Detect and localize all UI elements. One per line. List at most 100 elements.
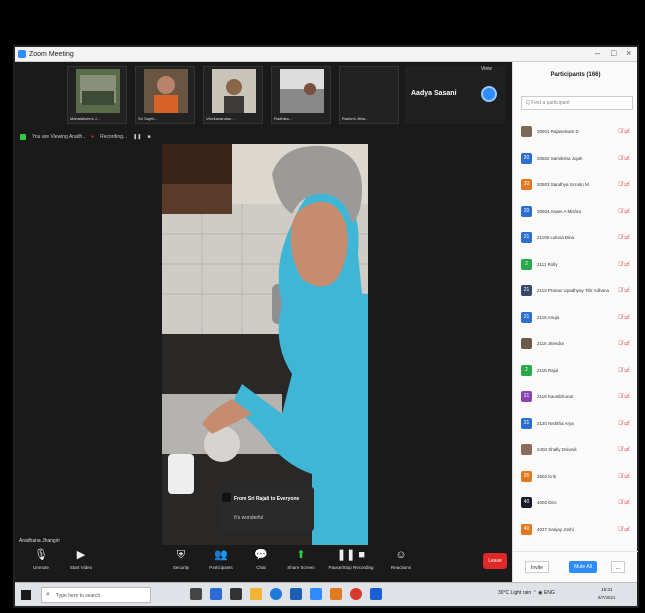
- participant-row[interactable]: 40 4002 Diro 🎙̸ ▭̸: [521, 493, 636, 520]
- reactions-button[interactable]: ☺ Reactions: [381, 549, 421, 570]
- participant-thumbnail[interactable]: Mahalakshmi J...: [67, 66, 127, 124]
- chat-button[interactable]: 💬 Chat: [241, 549, 281, 570]
- muted-mic-and-video-icon: 🎙̸ ▭̸: [618, 473, 630, 480]
- thumbnail-name: Sri Sapth...: [138, 116, 158, 121]
- recording-label: Recording...: [100, 133, 128, 140]
- participant-row[interactable]: 21 21106 Lulusa Bina 🎙̸ ▭̸: [521, 228, 636, 255]
- pause-icon[interactable]: ❚❚: [133, 134, 141, 140]
- participant-row[interactable]: 21 2113 Pranav Upadhyay Tibr Adhanan 🎙̸ ▭̸: [521, 281, 636, 308]
- leave-button[interactable]: Leave: [483, 553, 507, 569]
- participant-thumbnail[interactable]: Radhika...: [271, 66, 331, 124]
- participant-name: 2113 Pranav Upadhyay Tibr Adhanan: [537, 288, 609, 293]
- participant-row[interactable]: 2403 Shally Dvivedi 🎙̸ ▭̸: [521, 440, 636, 467]
- recording-button[interactable]: ❚❚ ■ Pause/Stop Recording: [325, 549, 377, 570]
- more-button[interactable]: ...: [611, 561, 625, 573]
- task-view-icon[interactable]: [190, 588, 202, 600]
- start-video-button[interactable]: ▶ Start Video: [61, 549, 101, 570]
- view-button[interactable]: View: [481, 66, 492, 72]
- chat-notification-popup[interactable]: From Sri Rajali to Everyone It's wonderf…: [218, 487, 314, 531]
- taskbar-search-input[interactable]: ⌕ Type here to search: [41, 587, 151, 603]
- participant-row[interactable]: 40 4027 Sanjay Joshi 🎙̸ ▭̸: [521, 520, 636, 547]
- word-icon[interactable]: [370, 588, 382, 600]
- participant-avatar: 21: [521, 232, 532, 243]
- participant-row[interactable]: 20501 Rajaselvam D 🎙̸ ▭̸: [521, 122, 636, 149]
- participants-panel: Participants (166) Q Find a participant …: [512, 62, 638, 582]
- unmute-button[interactable]: 🎙 Unmute: [21, 549, 61, 570]
- participant-photo: [76, 69, 120, 113]
- thumbnail-name: Radhika...: [274, 116, 293, 121]
- close-icon[interactable]: ×: [626, 48, 631, 58]
- participant-name: 2115 Anuja: [537, 314, 560, 320]
- participant-avatar: 25: [521, 470, 532, 482]
- participant-row[interactable]: 21 2119 Kaustbhunar 🎙̸ ▭̸: [521, 387, 636, 414]
- window-title: Zoom Meeting: [29, 51, 74, 58]
- participant-row[interactable]: 2 2111 Rolly 🎙̸ ▭̸: [521, 255, 636, 282]
- participant-name: 20502 Samiksha Jojah: [537, 155, 583, 161]
- muted-mic-and-video-icon: 🎙̸ ▭̸: [618, 500, 630, 506]
- shield-icon[interactable]: [20, 133, 26, 140]
- participant-avatar: 21: [521, 285, 532, 296]
- muted-mic-and-video-icon: 🎙̸ ▭̸: [618, 129, 630, 135]
- participant-thumbnail[interactable]: Rashmi Jitha...: [339, 66, 399, 124]
- participant-row[interactable]: 20 20503 Sandhya Scrutin M 🎙̸ ▭̸: [521, 175, 636, 202]
- chat-icon: 💬: [254, 549, 268, 561]
- participant-avatar: 20: [521, 152, 532, 164]
- participant-row[interactable]: 21 2120 Nishtha Arya 🎙̸ ▭̸: [521, 414, 636, 441]
- taskbar-clock[interactable]: 15:31 6/7/2021: [598, 586, 616, 602]
- windows-start-icon[interactable]: [21, 590, 31, 600]
- weather-label[interactable]: 30°C Light rain: [498, 590, 531, 596]
- toolbar-label: Participants: [209, 565, 233, 570]
- screenshot-frame: Zoom Meeting – □ × Mahalakshmi J... Sri …: [0, 0, 645, 613]
- participant-row[interactable]: 25 2502 Kriti 🎙̸ ▭̸: [521, 467, 636, 494]
- toolbar-label: Reactions: [390, 565, 411, 570]
- share-status-label[interactable]: You are Viewing Aradh..: [32, 134, 85, 140]
- folder-icon[interactable]: [250, 588, 262, 600]
- participant-row[interactable]: 20 20504 Aswin A Mishra 🎙̸ ▭̸: [521, 202, 636, 229]
- participant-row[interactable]: 20 20502 Samiksha Jojah 🎙̸ ▭̸: [521, 149, 636, 176]
- muted-mic-and-video-icon: 🎙̸ ▭̸: [618, 261, 630, 268]
- participant-name: 2119 Kaustbhunar: [537, 394, 574, 399]
- edge-browser-icon[interactable]: [270, 588, 282, 600]
- mail-icon[interactable]: [210, 588, 222, 600]
- participant-avatar: 2: [521, 258, 532, 270]
- muted-mic-and-video-icon: 🎙̸ ▭̸: [618, 420, 630, 427]
- participant-name: 2111 Rolly: [537, 261, 558, 267]
- stop-icon[interactable]: ■: [148, 134, 151, 140]
- participant-row[interactable]: 2116 Jitendra 🎙̸ ▭̸: [521, 334, 636, 361]
- security-button[interactable]: ⛨ Security: [161, 549, 201, 570]
- share-screen-icon: ⬆: [296, 549, 306, 561]
- participant-row[interactable]: 21 2115 Anuja 🎙̸ ▭̸: [521, 308, 636, 335]
- participant-thumbnail[interactable]: Vivekanandan...: [203, 66, 263, 124]
- file-explorer-icon[interactable]: [230, 588, 242, 600]
- participant-avatar: [521, 444, 532, 455]
- microphone-muted-icon: 🎙: [34, 549, 48, 561]
- office-icon[interactable]: [330, 588, 342, 600]
- mute-all-button[interactable]: Mute All: [569, 561, 597, 573]
- toolbar-label: Security: [172, 565, 190, 570]
- maximize-icon[interactable]: □: [611, 48, 616, 58]
- participant-photo: [280, 69, 324, 113]
- thumbnail-name: Rashmi Jitha...: [342, 116, 369, 121]
- invite-button[interactable]: Invite: [525, 561, 549, 573]
- zoom-app-icon[interactable]: [310, 588, 322, 600]
- participant-row[interactable]: 2 2118 Rajul 🎙̸ ▭̸: [521, 361, 636, 388]
- language-label[interactable]: ENG: [544, 590, 555, 596]
- participant-name: 4027 Sanjay Joshi: [537, 526, 574, 532]
- wifi-icon[interactable]: ⌃ ◉: [533, 590, 544, 596]
- participant-name: 2502 Kriti: [537, 473, 557, 479]
- participant-name: 20501 Rajaselvam D: [537, 129, 579, 134]
- muted-mic-and-video-icon: 🎙̸ ▭̸: [618, 155, 630, 162]
- share-screen-button[interactable]: ⬆ Share Screen: [281, 549, 321, 570]
- participant-thumbnail[interactable]: Sri Sapth...: [135, 66, 195, 124]
- minimize-icon[interactable]: –: [595, 48, 600, 58]
- muted-mic-and-video-icon: 🎙̸ ▭̸: [618, 208, 630, 215]
- muted-mic-and-video-icon: 🎙̸ ▭̸: [618, 314, 630, 321]
- participant-search-input[interactable]: Q Find a participant: [521, 96, 633, 110]
- system-tray: 30°C Light rain ⌃ ◉ ENG: [498, 590, 555, 596]
- active-speaker-tile[interactable]: Aadya Sasani: [405, 66, 505, 124]
- muted-mic-and-video-icon: 🎙̸ ▭̸: [618, 526, 630, 533]
- participants-button[interactable]: 👥 Participants: [201, 549, 241, 570]
- participant-name: 2403 Shally Dvivedi: [537, 447, 577, 452]
- chrome-icon[interactable]: [350, 588, 362, 600]
- store-icon[interactable]: [290, 588, 302, 600]
